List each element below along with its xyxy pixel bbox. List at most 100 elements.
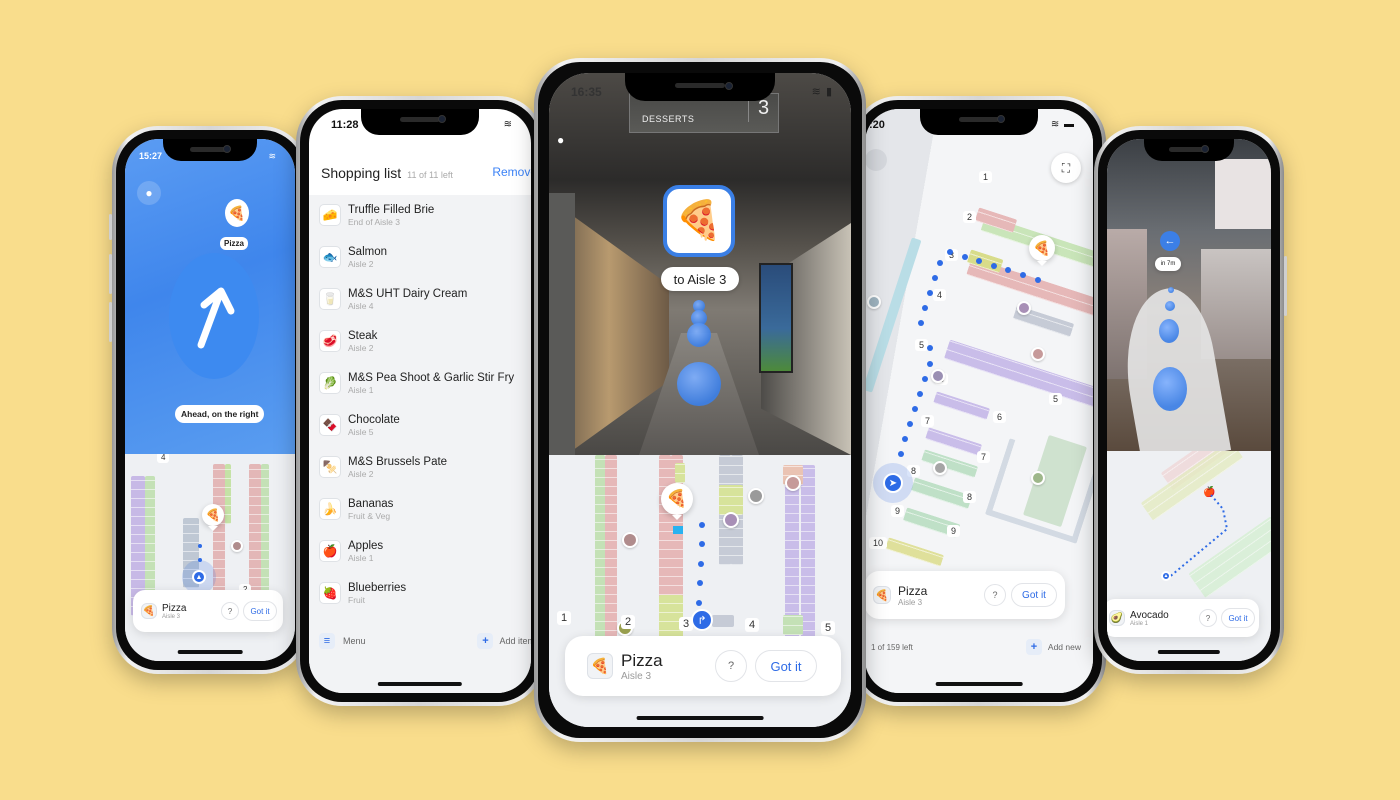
ar-path-orb: [1165, 301, 1175, 311]
got-it-button[interactable]: Got it: [1011, 583, 1057, 607]
berries-icon: 🍓: [319, 582, 341, 604]
mute-switch: [109, 214, 112, 240]
fish-icon: 🐟: [319, 246, 341, 268]
card-title: Avocado: [1130, 609, 1169, 621]
poi-icon: [622, 532, 638, 548]
status-time: 11:28: [331, 119, 359, 131]
poi-icon: [867, 295, 881, 309]
pizza-icon: 🍕: [873, 586, 891, 604]
item-aisle: Aisle 1: [348, 552, 374, 563]
aisle-shelf: [921, 449, 979, 479]
pizza-icon: 🍕: [205, 508, 221, 522]
menu-button[interactable]: Menu: [343, 636, 366, 646]
phone-ar-pizza: 16:35 ≋ ▮ DESSERTS 3 🍕 to Aisle 3 ● 🍕 ↱ …: [534, 58, 866, 742]
aisle-shelf: [605, 455, 617, 640]
list-item[interactable]: 🍓 Blueberries Fruit: [319, 573, 531, 613]
destination-label: Pizza: [220, 237, 249, 250]
pizza-pin[interactable]: 🍕: [661, 483, 693, 515]
poi-icon: [748, 488, 764, 504]
list-item[interactable]: 🥬 M&S Pea Shoot & Garlic Stir Fry Aisle 1: [319, 363, 531, 403]
help-button[interactable]: ?: [1199, 609, 1217, 627]
item-aisle: Aisle 2: [348, 468, 374, 479]
got-it-button[interactable]: Got it: [1221, 608, 1255, 628]
route-dot: [976, 258, 982, 264]
route-dot: [696, 600, 702, 606]
aisle-shelf: [785, 465, 799, 640]
screen: :20 ≋ ▬ ⛶ 1 2 3 4 5 5 6 7 7 8 8 9 9 10 🍕…: [865, 109, 1093, 693]
list-item[interactable]: 🍌 Bananas Fruit & Veg: [319, 489, 531, 529]
notch: [163, 139, 257, 161]
route-dot: [1005, 267, 1011, 273]
add-item-button[interactable]: Add item: [499, 636, 531, 646]
cheese-icon: 🧀: [319, 204, 341, 226]
pizza-pin[interactable]: 🍕: [1029, 235, 1055, 261]
aisle-shelf: [885, 537, 945, 567]
aisle-number: 1: [979, 171, 993, 183]
ar-view-button[interactable]: ⛶: [1051, 153, 1081, 183]
ar-camera-view: ← in 7m: [1107, 139, 1271, 451]
item-aisle: Fruit: [348, 594, 365, 605]
poi-icon: [231, 540, 243, 552]
route-dot: [927, 345, 933, 351]
power-button: [1284, 256, 1287, 316]
aisle-number: 1: [557, 611, 572, 625]
menu-icon[interactable]: ≡: [319, 633, 335, 649]
aisle-shelf: [783, 615, 803, 635]
item-name: Salmon: [348, 245, 387, 258]
banana-icon: 🍌: [319, 498, 341, 520]
route-dot: [918, 320, 924, 326]
list-item[interactable]: 🍫 Chocolate Aisle 5: [319, 405, 531, 445]
aisle-number: 6: [993, 411, 1007, 423]
profile-button[interactable]: [865, 149, 887, 171]
aisle-shelf: [225, 464, 231, 524]
plus-icon[interactable]: +: [477, 633, 494, 649]
help-button[interactable]: ?: [715, 650, 747, 682]
route-dot: [922, 305, 928, 311]
ar-path-orb: [1168, 287, 1174, 293]
home-indicator: [377, 682, 463, 686]
list-item[interactable]: 🥛 M&S UHT Dairy Cream Aisle 4: [319, 279, 531, 319]
home-indicator: [935, 682, 1023, 686]
notch: [625, 73, 775, 101]
home-indicator: [177, 650, 243, 654]
user-location-icon: ➤: [883, 473, 903, 493]
aisle-number: 10: [869, 537, 888, 549]
got-it-button[interactable]: Got it: [243, 601, 277, 621]
list-item[interactable]: 🧀 Truffle Filled Brie End of Aisle 3: [319, 195, 531, 235]
list-item[interactable]: 🥩 Steak Aisle 2: [319, 321, 531, 361]
item-name: Bananas: [348, 497, 394, 510]
profile-button[interactable]: ●: [137, 181, 161, 205]
card-subtitle: Aisle 3: [621, 670, 652, 682]
status-time: 16:35: [571, 85, 602, 99]
card-subtitle: Aisle 1: [1130, 620, 1149, 627]
aisle-number: 2: [963, 211, 977, 223]
item-name: Apples: [348, 539, 384, 552]
add-new-button[interactable]: Add new: [1048, 642, 1081, 652]
list-item[interactable]: 🍎 Apples Aisle 1: [319, 531, 531, 571]
list-item[interactable]: 🍢 M&S Brussels Pate Aisle 2: [319, 447, 531, 487]
route-dot: [937, 260, 943, 266]
user-location-icon: ↱: [691, 609, 713, 631]
remove-button[interactable]: Remove: [492, 165, 531, 179]
user-location-icon: ▲: [192, 570, 206, 584]
help-button[interactable]: ?: [984, 584, 1006, 606]
pizza-destination-marker[interactable]: 🍕: [663, 185, 735, 257]
pizza-icon: 🍕: [666, 489, 688, 508]
help-button[interactable]: ?: [221, 602, 239, 620]
user-icon[interactable]: ●: [557, 133, 573, 149]
got-it-button[interactable]: Got it: [755, 650, 817, 682]
store-sign: [1215, 159, 1271, 229]
ar-camera-view: DESSERTS 3 🍕 to Aisle 3 ●: [549, 73, 851, 455]
pizza-icon: 🍕: [675, 200, 723, 242]
item-aisle: Aisle 2: [348, 342, 374, 353]
aisle-number: 4: [745, 618, 760, 632]
list-item[interactable]: 🐟 Salmon Aisle 2: [319, 237, 531, 277]
plus-icon[interactable]: +: [1025, 639, 1042, 655]
volume-down-button: [109, 302, 112, 342]
route-dot: [198, 544, 202, 548]
item-name: M&S Pea Shoot & Garlic Stir Fry: [348, 371, 515, 384]
pizza-pin[interactable]: 🍕: [202, 504, 224, 526]
aisle-number: 2: [621, 615, 636, 629]
ar-path-orb: [1159, 319, 1179, 343]
phone-shopping-list: 11:28 ≋ Shopping list 11 of 11 left Remo…: [296, 96, 544, 706]
